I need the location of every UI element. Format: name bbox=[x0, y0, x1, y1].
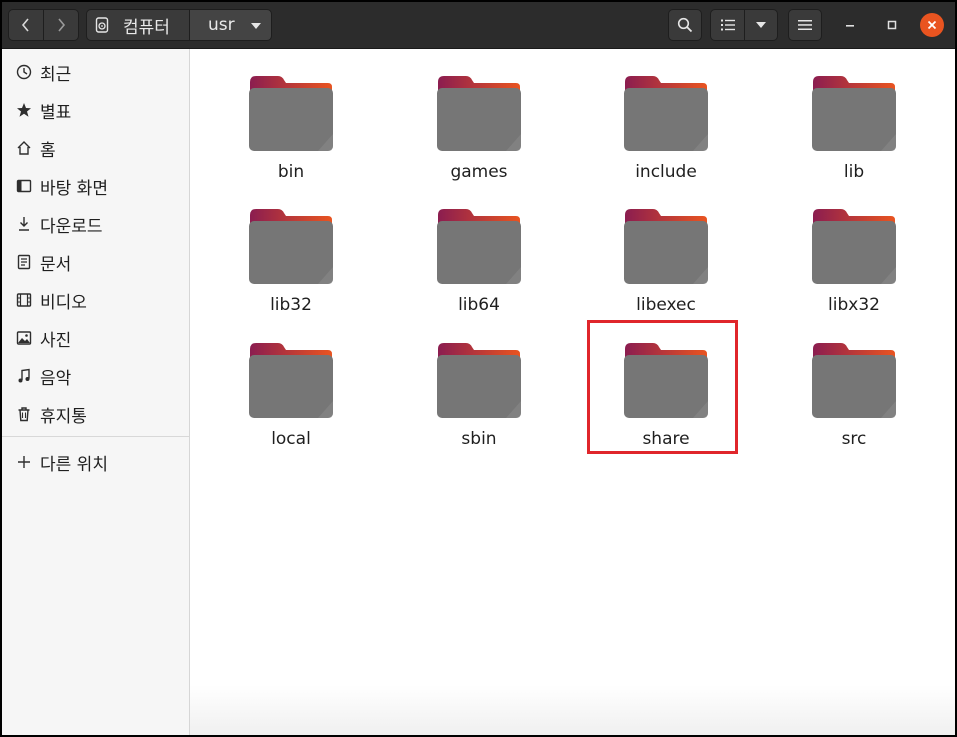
document-icon bbox=[15, 253, 33, 271]
folder-label: include bbox=[635, 162, 697, 182]
sidebar: 최근 별표 홈 바탕 화면 다운로드 문서 비디오 사진 음악 휴지통 다른 위… bbox=[2, 49, 190, 735]
folder-label: bin bbox=[277, 162, 305, 182]
folder-label: sbin bbox=[461, 429, 497, 449]
path-label-computer: 컴퓨터 bbox=[123, 17, 170, 38]
sidebar-item-label: 바탕 화면 bbox=[40, 178, 108, 199]
folder-icon bbox=[249, 209, 333, 284]
sidebar-item-other-locations[interactable]: 다른 위치 bbox=[2, 443, 189, 481]
header-bar: 컴퓨터 usr bbox=[2, 2, 955, 49]
sidebar-item-videos[interactable]: 비디오 bbox=[2, 281, 189, 319]
sidebar-item-music[interactable]: 음악 bbox=[2, 357, 189, 395]
chevron-right-icon bbox=[58, 18, 66, 32]
close-button[interactable] bbox=[920, 13, 944, 37]
video-icon bbox=[15, 291, 33, 309]
download-icon bbox=[15, 215, 33, 233]
folder-icon bbox=[249, 343, 333, 418]
folder-item[interactable]: include bbox=[591, 67, 741, 195]
folder-item[interactable]: src bbox=[779, 334, 929, 462]
close-icon bbox=[927, 20, 937, 30]
chevron-left-icon bbox=[21, 18, 29, 32]
folder-item[interactable]: lib bbox=[779, 67, 929, 195]
hamburger-menu-icon bbox=[798, 20, 812, 30]
trash-icon bbox=[15, 405, 33, 423]
folder-item[interactable]: lib32 bbox=[216, 200, 366, 328]
sidebar-item-label: 홈 bbox=[40, 140, 56, 161]
home-icon bbox=[15, 139, 33, 157]
main-menu-button[interactable] bbox=[788, 9, 822, 41]
list-view-icon bbox=[720, 19, 735, 31]
sidebar-item-label: 휴지통 bbox=[40, 406, 87, 427]
folder-icon bbox=[812, 343, 896, 418]
sidebar-item-downloads[interactable]: 다운로드 bbox=[2, 205, 189, 243]
path-label-usr: usr bbox=[208, 15, 235, 35]
folder-icon bbox=[812, 76, 896, 151]
folder-item[interactable]: libx32 bbox=[779, 200, 929, 328]
back-button[interactable] bbox=[8, 9, 44, 41]
folder-item[interactable]: bin bbox=[216, 67, 366, 195]
chevron-down-icon bbox=[756, 22, 766, 28]
folder-label: lib64 bbox=[458, 295, 500, 315]
path-button-usr[interactable]: usr bbox=[189, 9, 272, 41]
minimize-icon bbox=[846, 25, 854, 27]
selection-highlight bbox=[587, 320, 738, 454]
sidebar-item-starred[interactable]: 별표 bbox=[2, 91, 189, 129]
plus-icon bbox=[15, 453, 33, 471]
sidebar-item-recent[interactable]: 최근 bbox=[2, 53, 189, 91]
sidebar-item-label: 음악 bbox=[40, 368, 72, 389]
folder-icon bbox=[437, 209, 521, 284]
scroll-shade bbox=[190, 685, 955, 735]
folder-icon bbox=[624, 76, 708, 151]
maximize-icon bbox=[887, 20, 897, 30]
folder-label: src bbox=[841, 429, 867, 449]
folder-icon bbox=[437, 76, 521, 151]
folder-item[interactable]: lib64 bbox=[404, 200, 554, 328]
folder-item[interactable]: libexec bbox=[591, 200, 741, 328]
forward-button[interactable] bbox=[43, 9, 79, 41]
path-button-computer[interactable]: 컴퓨터 bbox=[86, 9, 190, 41]
sidebar-item-trash[interactable]: 휴지통 bbox=[2, 395, 189, 433]
sidebar-item-label: 문서 bbox=[40, 254, 72, 275]
star-icon bbox=[15, 101, 33, 119]
folder-icon bbox=[812, 209, 896, 284]
search-button[interactable] bbox=[668, 9, 702, 41]
folder-item[interactable]: games bbox=[404, 67, 554, 195]
minimize-button[interactable] bbox=[838, 13, 862, 37]
sidebar-item-label: 사진 bbox=[40, 330, 72, 351]
folder-icon bbox=[437, 343, 521, 418]
sidebar-item-home[interactable]: 홈 bbox=[2, 129, 189, 167]
folder-label: games bbox=[450, 162, 508, 182]
folder-label: lib32 bbox=[270, 295, 312, 315]
folder-item[interactable]: sbin bbox=[404, 334, 554, 462]
sidebar-item-documents[interactable]: 문서 bbox=[2, 243, 189, 281]
folder-item[interactable]: local bbox=[216, 334, 366, 462]
list-view-button[interactable] bbox=[710, 9, 745, 41]
view-options-button[interactable] bbox=[744, 9, 778, 41]
music-icon bbox=[15, 367, 33, 385]
maximize-button[interactable] bbox=[880, 13, 904, 37]
sidebar-item-label: 비디오 bbox=[40, 292, 87, 313]
folder-label: libx32 bbox=[828, 295, 880, 315]
sidebar-item-label: 다른 위치 bbox=[40, 454, 108, 475]
folder-icon bbox=[624, 209, 708, 284]
chevron-down-icon bbox=[251, 23, 261, 29]
sidebar-item-label: 별표 bbox=[40, 102, 72, 123]
sidebar-item-pictures[interactable]: 사진 bbox=[2, 319, 189, 357]
sidebar-item-desktop[interactable]: 바탕 화면 bbox=[2, 167, 189, 205]
file-manager-window: 컴퓨터 usr 최근 별표 홈 바탕 화면 다운로드 문서 비디오 사진 음악 … bbox=[2, 2, 955, 735]
drive-icon bbox=[95, 17, 109, 33]
sidebar-divider bbox=[2, 436, 189, 437]
sidebar-item-label: 최근 bbox=[40, 64, 72, 85]
desktop-icon bbox=[15, 177, 33, 195]
search-icon bbox=[677, 17, 693, 33]
folder-icon bbox=[249, 76, 333, 151]
folder-label: lib bbox=[843, 162, 865, 182]
sidebar-item-label: 다운로드 bbox=[40, 216, 103, 237]
file-grid: bin games include lib lib32 lib64 libexec libx3… bbox=[190, 49, 955, 735]
picture-icon bbox=[15, 329, 33, 347]
clock-icon bbox=[15, 63, 33, 81]
folder-label: libexec bbox=[636, 295, 696, 315]
folder-label: local bbox=[271, 429, 311, 449]
